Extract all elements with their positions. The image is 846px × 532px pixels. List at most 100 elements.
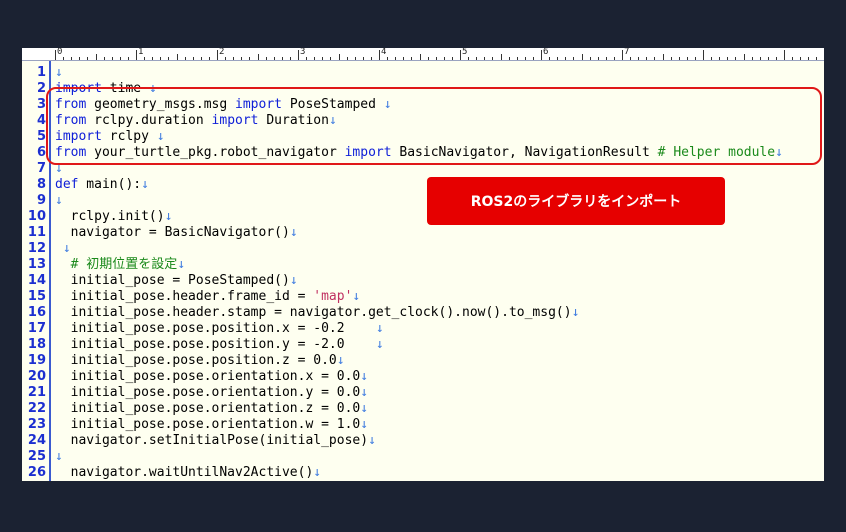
ruler-tick (200, 57, 202, 60)
code-text[interactable]: initial_pose.pose.orientation.w = 1.0↓ (55, 417, 368, 433)
ruler-tick (127, 57, 129, 60)
ruler-tick (152, 57, 154, 60)
line-number: 10 (27, 209, 46, 224)
code-line[interactable]: 17 initial_pose.pose.position.x = -0.2 ↓ (22, 321, 824, 337)
line-break-icon: ↓ (289, 273, 298, 288)
code-line[interactable]: 23 initial_pose.pose.orientation.w = 1.0… (22, 417, 824, 433)
line-number: 18 (27, 337, 46, 352)
ruler-tick (605, 57, 607, 60)
code-text[interactable]: initial_pose.pose.position.y = -2.0 ↓ (55, 337, 384, 353)
line-break-icon: ↓ (289, 225, 298, 240)
line-number: 15 (27, 289, 46, 304)
ruler-tick (281, 57, 283, 60)
code-text[interactable]: initial_pose.pose.orientation.y = 0.0↓ (55, 385, 368, 401)
ruler-tick (249, 57, 251, 60)
code-text[interactable]: ↓ (55, 241, 71, 257)
code-text[interactable]: initial_pose.pose.position.z = 0.0↓ (55, 353, 345, 369)
code-text[interactable]: initial_pose.header.frame_id = 'map'↓ (55, 289, 361, 305)
code-text[interactable]: initial_pose.pose.orientation.z = 0.0↓ (55, 401, 368, 417)
line-number: 6 (36, 145, 46, 160)
code-text[interactable]: rclpy.init()↓ (55, 209, 173, 225)
ruler-tick (581, 54, 583, 60)
ruler-tick (549, 57, 551, 60)
line-number: 17 (27, 321, 46, 336)
code-line[interactable]: 13 # 初期位置を設定↓ (22, 257, 824, 273)
code-line[interactable]: 11 navigator = BasicNavigator()↓ (22, 225, 824, 241)
ruler-tick (265, 57, 267, 60)
comment-token: # 初期位置を設定 (70, 257, 178, 272)
ruler-tick (184, 57, 186, 60)
ruler-tick (322, 57, 324, 60)
code-line[interactable]: 21 initial_pose.pose.orientation.y = 0.0… (22, 385, 824, 401)
line-number: 24 (27, 433, 46, 448)
ruler-number: 1 (138, 48, 144, 57)
ruler-tick (630, 57, 632, 60)
line-number: 22 (27, 401, 46, 416)
ruler-tick (298, 50, 299, 60)
line-break-icon: ↓ (375, 321, 384, 336)
ruler-tick (435, 57, 437, 60)
code-token: main(): (78, 177, 142, 192)
import-highlight-box (46, 87, 822, 165)
code-line[interactable]: 19 initial_pose.pose.position.z = 0.0↓ (22, 353, 824, 369)
line-number: 21 (27, 385, 46, 400)
code-token: initial_pose.pose.orientation.w = 1.0 (55, 417, 361, 432)
code-text[interactable]: initial_pose = PoseStamped()↓ (55, 273, 298, 289)
line-number: 4 (36, 113, 46, 128)
ruler-tick (119, 57, 121, 60)
code-line[interactable]: 12 ↓ (22, 241, 824, 257)
code-text[interactable]: initial_pose.pose.orientation.x = 0.0↓ (55, 369, 368, 385)
code-line[interactable]: 25 ↓ (22, 449, 824, 465)
code-line[interactable]: 1 ↓ (22, 65, 824, 81)
ruler-tick (427, 57, 429, 60)
code-text[interactable]: # 初期位置を設定↓ (55, 257, 185, 273)
ruler-tick (160, 57, 162, 60)
line-number: 16 (27, 305, 46, 320)
ruler-tick (314, 57, 316, 60)
code-text[interactable]: initial_pose.header.stamp = navigator.ge… (55, 305, 580, 321)
ruler-tick (476, 57, 478, 60)
code-line[interactable]: 22 initial_pose.pose.orientation.z = 0.0… (22, 401, 824, 417)
line-number: 12 (27, 241, 46, 256)
code-text[interactable]: def main():↓ (55, 177, 149, 193)
code-text[interactable]: navigator = BasicNavigator()↓ (55, 225, 298, 241)
line-number: 3 (36, 97, 46, 112)
code-line[interactable]: 26 navigator.waitUntilNav2Active()↓ (22, 465, 824, 481)
line-number: 19 (27, 353, 46, 368)
line-number: 7 (36, 161, 46, 176)
code-text[interactable]: navigator.setInitialPose(initial_pose)↓ (55, 433, 376, 449)
line-break-icon: ↓ (177, 257, 186, 272)
ruler-number: 5 (462, 48, 468, 57)
code-text[interactable]: ↓ (55, 449, 63, 465)
line-break-icon: ↓ (368, 433, 376, 448)
code-line[interactable]: 20 initial_pose.pose.orientation.x = 0.0… (22, 369, 824, 385)
ruler-tick (233, 57, 235, 60)
ruler-tick (694, 57, 696, 60)
code-line[interactable]: 14 initial_pose = PoseStamped()↓ (22, 273, 824, 289)
line-break-icon: ↓ (360, 369, 369, 384)
line-break-icon: ↓ (164, 209, 173, 224)
code-line[interactable]: 24 navigator.setInitialPose(initial_pose… (22, 433, 824, 449)
code-line[interactable]: 16 initial_pose.header.stamp = navigator… (22, 305, 824, 321)
ruler-number: 7 (624, 48, 630, 57)
code-line[interactable]: 15 initial_pose.header.frame_id = 'map'↓ (22, 289, 824, 305)
line-break-icon: ↓ (55, 65, 63, 80)
keyword-token: def (55, 177, 79, 192)
ruler-number: 0 (57, 48, 63, 57)
code-text[interactable]: initial_pose.pose.position.x = -0.2 ↓ (55, 321, 384, 337)
ruler-tick (541, 50, 542, 60)
code-token: navigator.setInitialPose(initial_pose) (55, 433, 369, 448)
code-text[interactable]: navigator.waitUntilNav2Active()↓ (55, 465, 321, 481)
ruler-tick (63, 57, 65, 60)
ruler-tick (241, 57, 243, 60)
ruler-tick (743, 54, 745, 60)
code-token: initial_pose.header.frame_id = (55, 289, 314, 304)
ruler-tick (306, 57, 308, 60)
code-text[interactable]: ↓ (55, 65, 63, 81)
code-token: navigator.waitUntilNav2Active() (55, 465, 314, 480)
line-number: 11 (27, 225, 46, 240)
ruler-tick (468, 57, 470, 60)
code-line[interactable]: 18 initial_pose.pose.position.y = -2.0 ↓ (22, 337, 824, 353)
code-token: rclpy.init() (55, 209, 165, 224)
code-text[interactable]: ↓ (55, 193, 63, 209)
